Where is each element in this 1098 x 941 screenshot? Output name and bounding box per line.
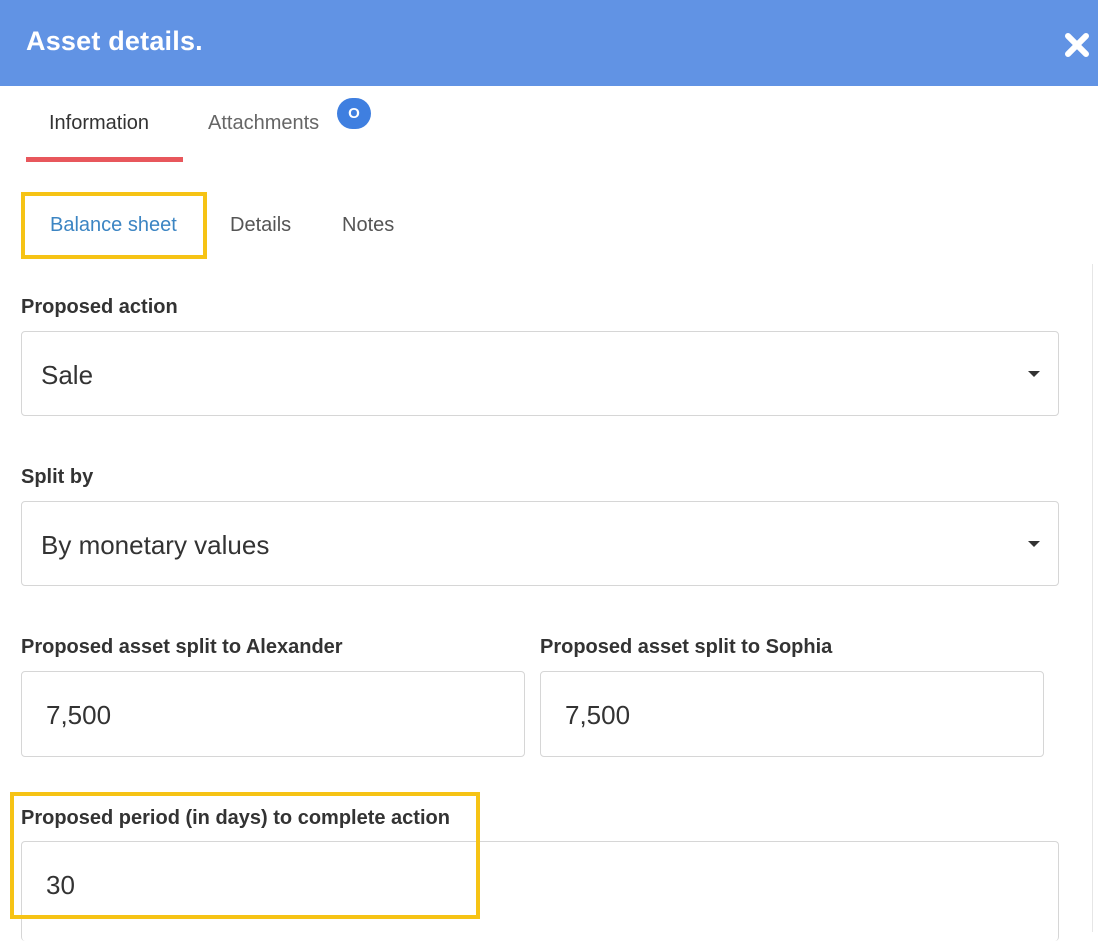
split-alexander-label: Proposed asset split to Alexander [21, 636, 343, 658]
split-sophia-input[interactable]: 7,500 [540, 671, 1044, 757]
chevron-down-icon [1028, 541, 1040, 547]
subtab-balance-sheet[interactable]: Balance sheet [50, 214, 177, 237]
split-by-select[interactable]: By monetary values [21, 501, 1059, 586]
active-tab-indicator [26, 157, 183, 162]
subtab-details[interactable]: Details [230, 214, 291, 237]
subtab-notes[interactable]: Notes [342, 214, 394, 237]
chevron-down-icon [1028, 371, 1040, 377]
tab-attachments[interactable]: Attachments [208, 112, 319, 135]
close-icon[interactable] [1060, 28, 1094, 62]
attachments-count-badge: O [337, 98, 371, 129]
period-days-highlight [10, 792, 480, 919]
proposed-action-select[interactable]: Sale [21, 331, 1059, 416]
tab-information[interactable]: Information [49, 112, 149, 135]
dialog-header: Asset details. [0, 0, 1098, 86]
close-button[interactable] [1060, 28, 1094, 62]
split-sophia-label: Proposed asset split to Sophia [540, 636, 833, 658]
split-by-label: Split by [21, 466, 94, 488]
split-by-value: By monetary values [41, 530, 270, 560]
split-sophia-value: 7,500 [565, 700, 631, 730]
split-alexander-value: 7,500 [46, 700, 112, 730]
scrollbar-track[interactable] [1092, 264, 1093, 932]
proposed-action-value: Sale [41, 360, 94, 390]
proposed-action-label: Proposed action [21, 296, 178, 318]
split-alexander-input[interactable]: 7,500 [21, 671, 525, 757]
dialog-title: Asset details. [26, 26, 203, 56]
